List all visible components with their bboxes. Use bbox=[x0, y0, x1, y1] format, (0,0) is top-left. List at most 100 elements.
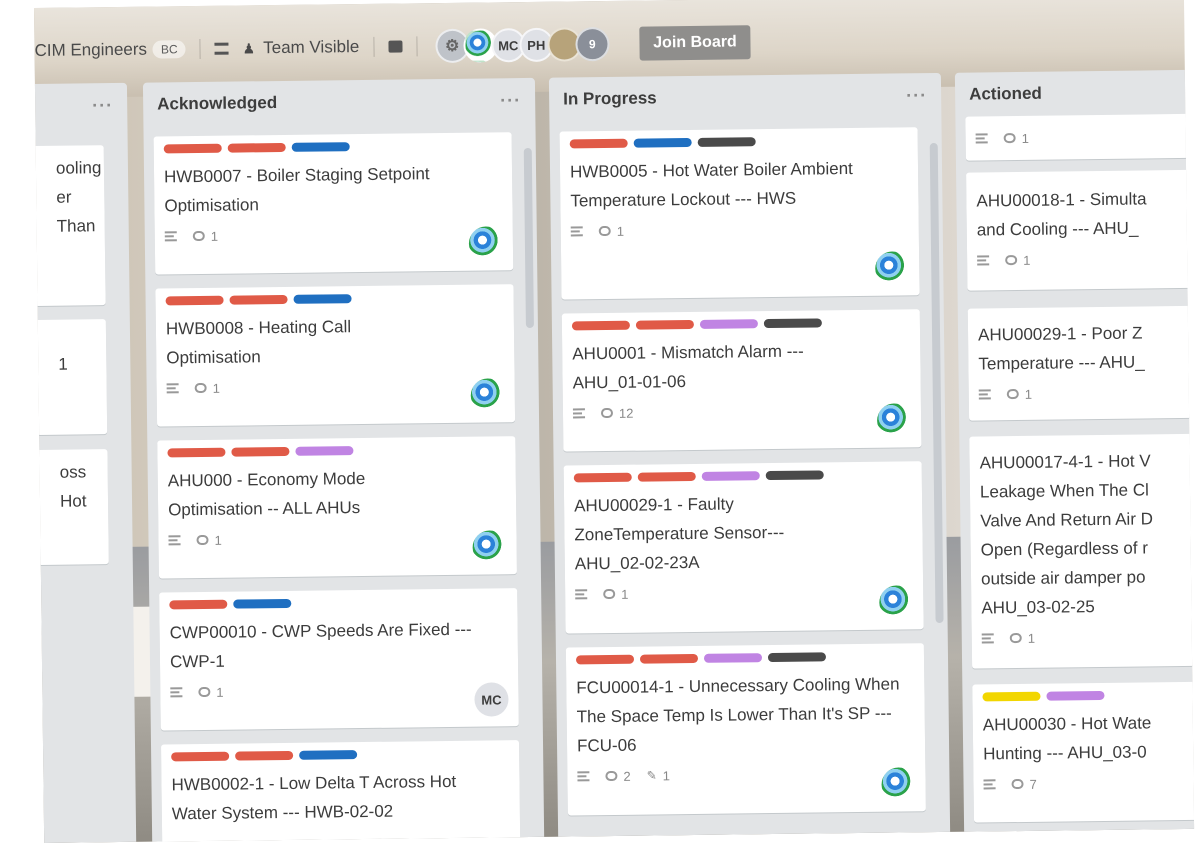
label-red bbox=[635, 319, 694, 330]
label-red bbox=[163, 143, 222, 154]
card[interactable]: 1 bbox=[34, 319, 108, 439]
card-badges: 1 bbox=[981, 622, 1194, 650]
comment-icon bbox=[1006, 388, 1019, 400]
comment-icon bbox=[194, 382, 207, 394]
card-title: HWB0007 - Boiler Staging Setpoint Optimi… bbox=[163, 164, 430, 216]
card-member-avatar[interactable] bbox=[876, 403, 912, 438]
card[interactable]: HWB0007 - Boiler Staging Setpoint Optimi… bbox=[153, 132, 514, 275]
card[interactable]: HWB0002-1 - Low Delta T Across Hot Water… bbox=[161, 740, 521, 843]
card[interactable]: AHU00018-1 - Simulta and Cooling --- AHU… bbox=[966, 168, 1195, 291]
team-name[interactable]: CIM Engineers BC bbox=[34, 39, 186, 61]
card[interactable]: AHU000 - Economy Mode Optimisation -- AL… bbox=[157, 436, 517, 579]
card[interactable]: AHU00030 - Hot Wate Hunting --- AHU_03-0… bbox=[972, 680, 1195, 823]
label-dark bbox=[765, 470, 824, 481]
card[interactable]: AHU0001 - Mismatch Alarm --- AHU_01-01-0… bbox=[561, 309, 922, 452]
card[interactable]: AHU00017-4-1 - Hot V Leakage When The Cl… bbox=[969, 432, 1195, 669]
header-divider bbox=[373, 36, 375, 57]
briefcase-button[interactable] bbox=[388, 40, 403, 53]
comment-count: 1 bbox=[196, 532, 222, 547]
card-labels bbox=[163, 140, 502, 154]
card-badges: 1 bbox=[977, 244, 1194, 272]
description-icon bbox=[575, 589, 588, 600]
card-member-avatar[interactable] bbox=[472, 530, 507, 565]
card[interactable]: oss Hot bbox=[34, 449, 109, 569]
label-red bbox=[571, 320, 630, 331]
avatar-count[interactable]: 9 bbox=[575, 26, 610, 62]
header-divider bbox=[199, 38, 201, 59]
card-member-avatar[interactable] bbox=[879, 585, 914, 620]
card-labels bbox=[167, 444, 505, 458]
label-purple bbox=[701, 471, 760, 481]
card-labels bbox=[575, 651, 914, 665]
description-icon bbox=[981, 633, 994, 644]
list-scrollbar[interactable] bbox=[523, 147, 534, 329]
description-icon bbox=[975, 133, 988, 144]
comment-count: 12 bbox=[600, 405, 634, 420]
card-member-avatar[interactable]: MC bbox=[474, 682, 509, 717]
join-board-button[interactable]: Join Board bbox=[639, 25, 751, 61]
card-labels bbox=[165, 292, 504, 306]
card-title-line: and Cooling --- AHU_ bbox=[976, 218, 1139, 240]
card-title: HWB0005 - Hot Water Boiler Ambient Tempe… bbox=[569, 159, 853, 211]
list-acknowledged: Acknowledged ··· HWB0007 - Boiler Stagin… bbox=[142, 77, 545, 843]
label-red bbox=[167, 447, 226, 458]
card[interactable]: ooling er Than bbox=[34, 145, 106, 310]
screenshot-stage: CIM Engineers BC ♟ Team Visible ⚙ MC PH … bbox=[0, 0, 1201, 847]
card-title-line: Hunting --- AHU_03-0 bbox=[983, 742, 1147, 764]
comment-icon bbox=[1003, 133, 1016, 144]
card-labels bbox=[169, 596, 507, 610]
card-title-line: AHU00018-1 - Simulta bbox=[976, 189, 1147, 211]
card-badges: 1 bbox=[168, 524, 506, 552]
card-title-line: 1 bbox=[58, 354, 68, 374]
card[interactable]: 1 bbox=[965, 112, 1195, 161]
card-title: AHU0001 - Mismatch Alarm --- AHU_01-01-0… bbox=[572, 341, 804, 393]
card-member-avatar[interactable] bbox=[468, 226, 504, 261]
card-badges: 1 bbox=[575, 578, 913, 606]
label-blue bbox=[293, 294, 352, 304]
label-dark bbox=[697, 137, 756, 147]
list-scrollbar[interactable] bbox=[929, 142, 944, 624]
attachment-count: ✎ 1 bbox=[646, 767, 671, 783]
comment-icon bbox=[1005, 255, 1018, 266]
list-title: Acknowledged bbox=[157, 93, 278, 114]
card[interactable]: FCU00014-1 - Unnecessary Cooling When Th… bbox=[565, 643, 926, 816]
comment-count: 1 bbox=[192, 228, 218, 243]
card-badges: 12 bbox=[572, 397, 911, 425]
list-menu-icon[interactable]: ··· bbox=[906, 85, 927, 106]
label-blue bbox=[233, 598, 292, 609]
list-menu-icon[interactable]: ··· bbox=[92, 95, 113, 116]
card[interactable]: AHU00029-1 - Poor Z Temperature --- AHU_… bbox=[967, 304, 1195, 421]
comment-count: 7 bbox=[1011, 776, 1037, 791]
card-badges: 1 bbox=[975, 122, 1195, 150]
description-icon bbox=[978, 389, 991, 400]
description-icon bbox=[570, 226, 583, 237]
card[interactable]: HWB0008 - Heating Call Optimisation 1 bbox=[155, 284, 516, 427]
list-menu-icon[interactable]: ··· bbox=[500, 90, 521, 111]
list-header: In Progress ··· bbox=[549, 73, 942, 122]
label-red bbox=[637, 471, 696, 482]
board-menu-icon[interactable] bbox=[214, 42, 229, 55]
card-title-line: AHU_03-02-25 bbox=[981, 597, 1095, 618]
card-title: HWB0002-1 - Low Delta T Across Hot Water… bbox=[171, 771, 457, 824]
card-title: HWB0008 - Heating Call Optimisation bbox=[165, 317, 352, 368]
label-red bbox=[231, 446, 290, 457]
team-icon: ♟ bbox=[242, 39, 256, 56]
card-badges: 2 ✎ 1 bbox=[577, 760, 915, 788]
card-member-avatar[interactable] bbox=[881, 767, 916, 802]
card-member-avatar[interactable] bbox=[470, 378, 505, 413]
card[interactable]: AHU00029-1 - Faulty ZoneTemperature Sens… bbox=[563, 461, 924, 634]
visibility-button[interactable]: ♟ Team Visible bbox=[242, 37, 360, 58]
comment-count: 1 bbox=[194, 380, 220, 395]
comment-count: 1 bbox=[1009, 630, 1035, 645]
card-badges: 1 bbox=[978, 378, 1194, 406]
description-icon bbox=[577, 771, 590, 782]
comment-icon bbox=[192, 230, 205, 242]
comment-icon bbox=[598, 225, 611, 237]
card-member-avatar[interactable] bbox=[875, 251, 910, 286]
list-header: Acknowledged ··· bbox=[143, 78, 536, 127]
card-labels bbox=[171, 748, 509, 762]
card-labels bbox=[982, 688, 1194, 702]
card[interactable]: CWP00010 - CWP Speeds Are Fixed --- CWP-… bbox=[159, 588, 519, 731]
label-dark bbox=[763, 318, 822, 329]
card[interactable]: HWB0005 - Hot Water Boiler Ambient Tempe… bbox=[559, 127, 920, 300]
